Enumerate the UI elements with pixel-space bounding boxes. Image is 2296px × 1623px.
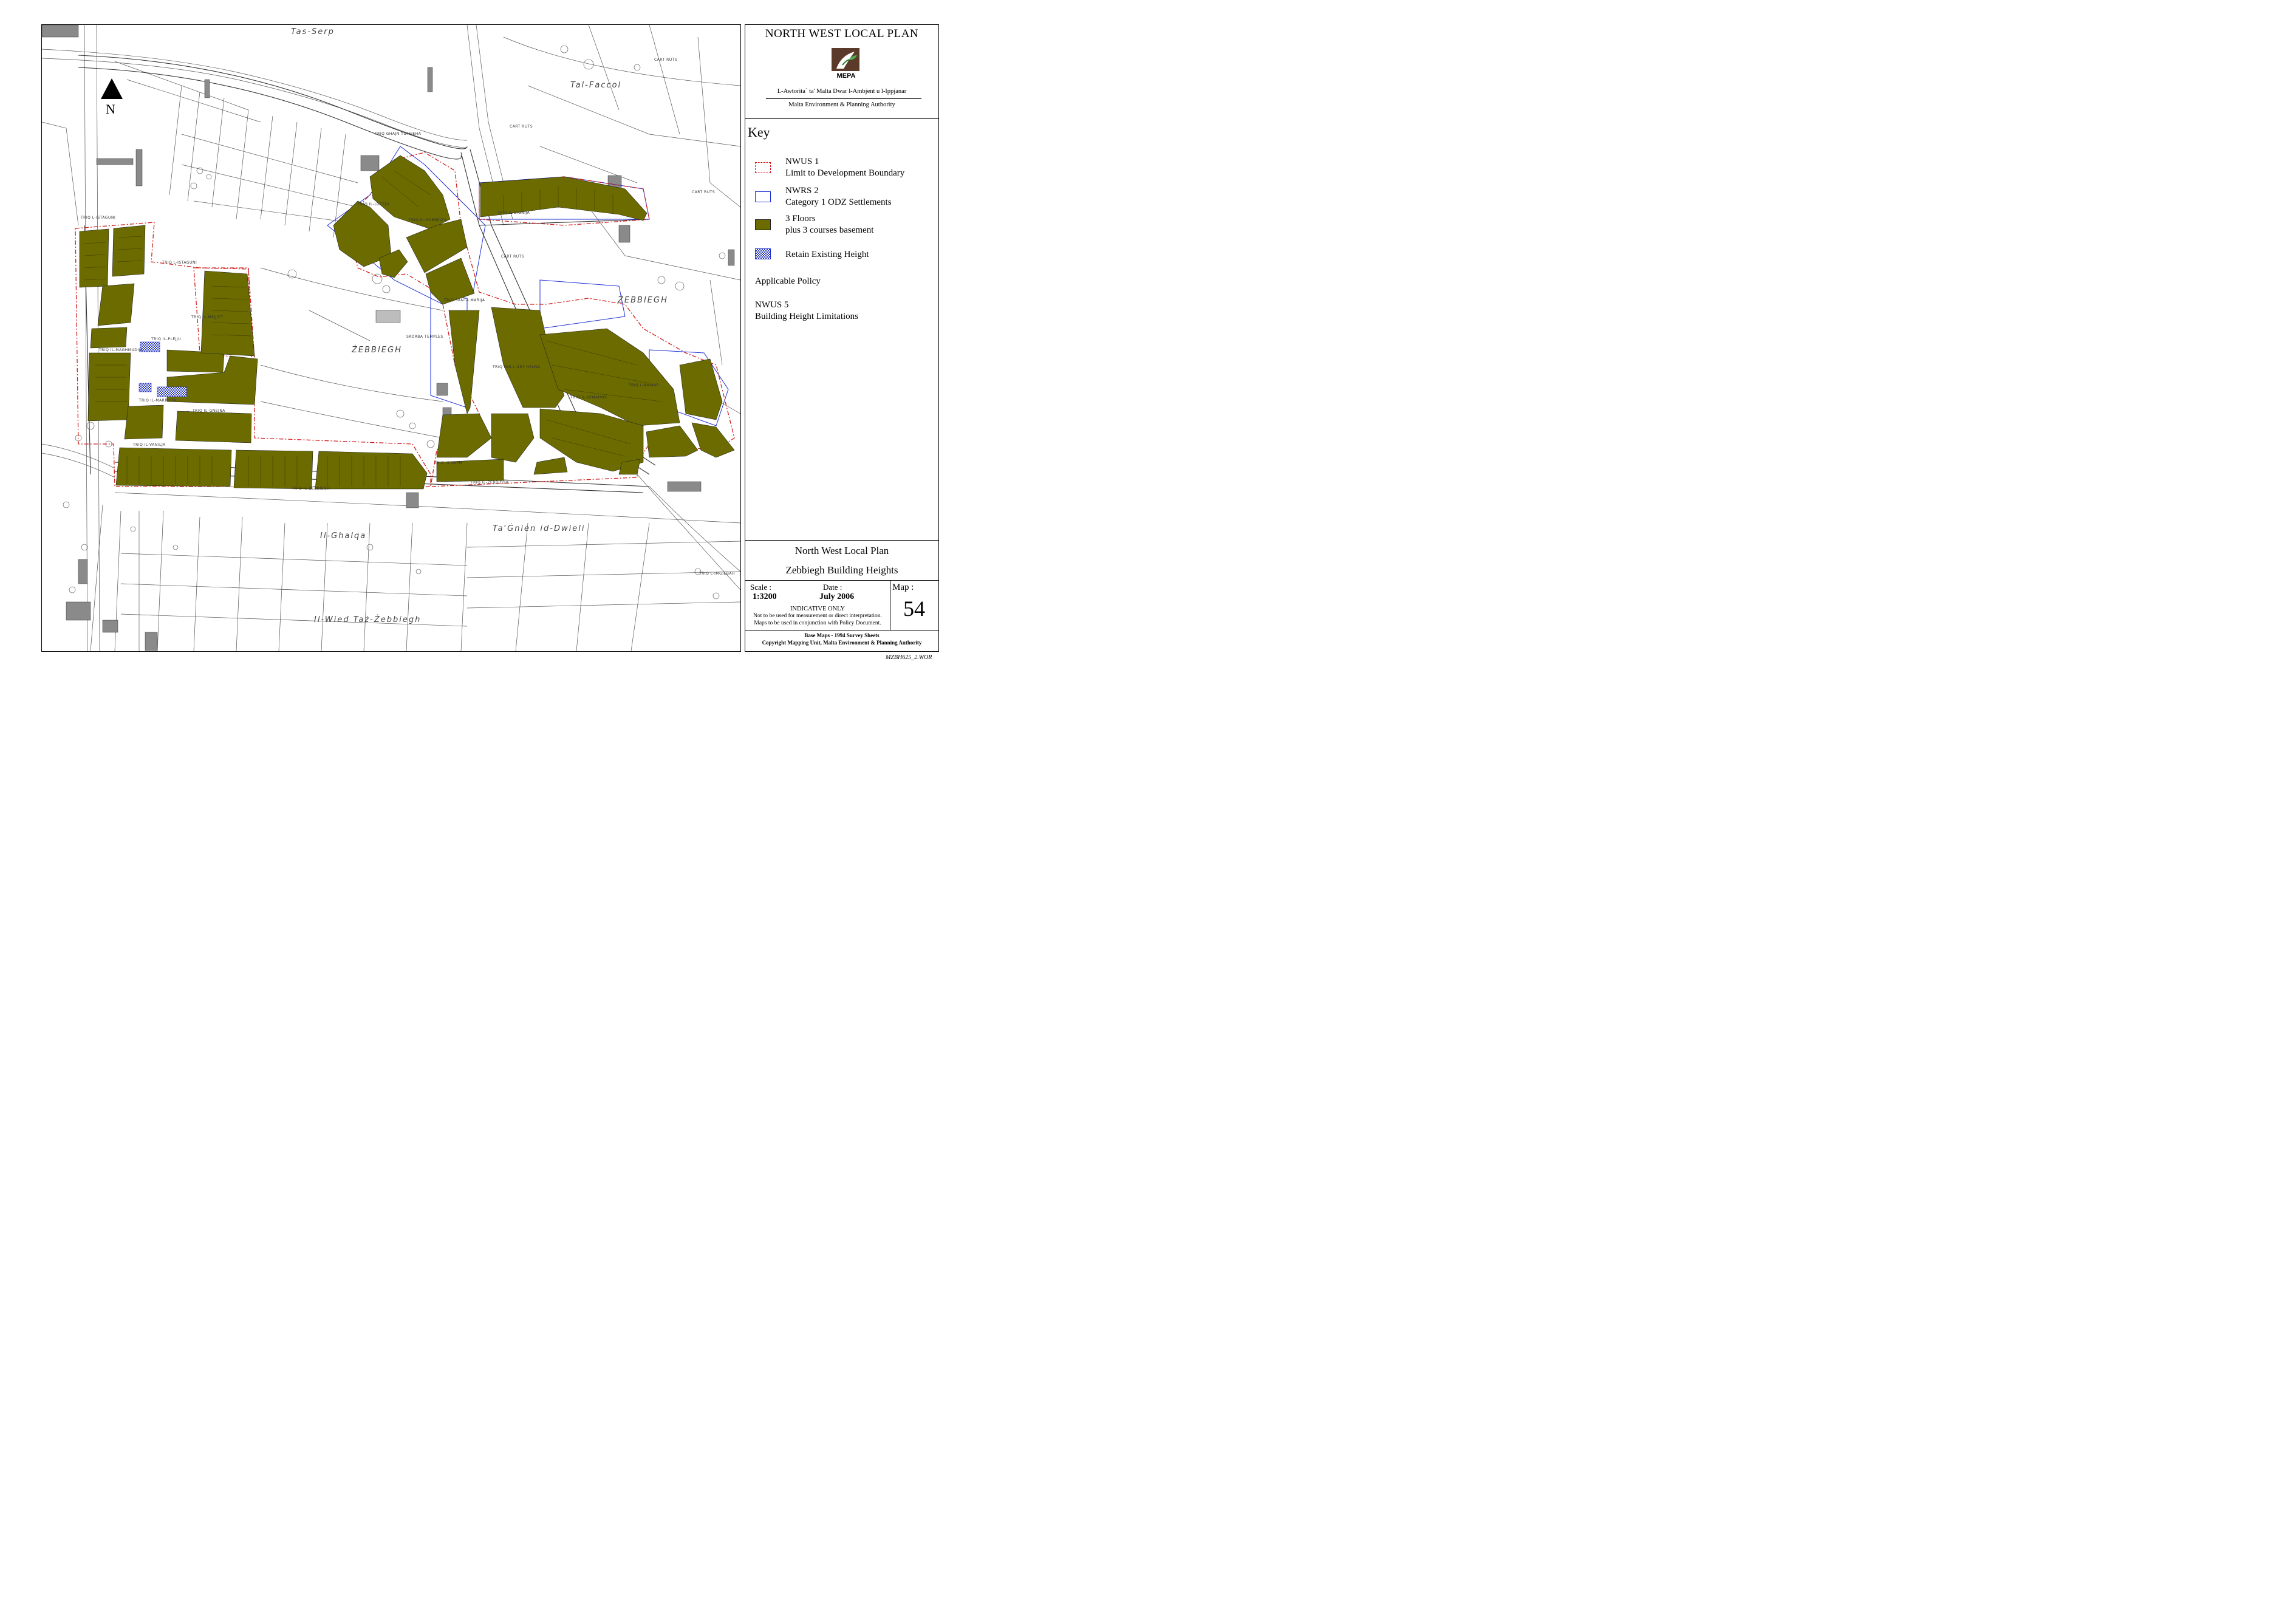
- copyright-notice: Copyright Mapping Unit, Malta Environmen…: [762, 640, 922, 646]
- place-name-zebbiegh-west: ŻEBBIEGH: [352, 346, 402, 355]
- street-label: CART RUTS: [501, 255, 525, 259]
- plan-title: NORTH WEST LOCAL PLAN: [765, 27, 919, 40]
- north-label: N: [106, 101, 115, 117]
- north-arrow-icon: [101, 78, 123, 99]
- divider: [745, 540, 938, 541]
- date-value: July 2006: [819, 592, 855, 601]
- file-code: MZBH625_2.WOR: [886, 654, 932, 661]
- policy-name: Building Height Limitations: [755, 312, 858, 321]
- place-name-zebbiegh-east: ŻEBBIEGH: [618, 296, 668, 305]
- key-heading: Key: [748, 125, 770, 140]
- mepa-logo: MEPA: [830, 47, 862, 82]
- street-label: TRIQ DIN L-ART HELWA: [493, 365, 541, 369]
- street-label: TRIQ IL-MEJJIET: [191, 315, 224, 319]
- legend-item-odz-settlements: NWRS 2 Category 1 ODZ Settlements: [785, 185, 892, 208]
- legend-label: Category 1 ODZ Settlements: [785, 197, 892, 207]
- authority-name-maltese: L-Awtorita` ta' Malta Dwar l-Ambjent u l…: [777, 88, 907, 95]
- place-name-tal-faccol: Tal-Faccol: [570, 81, 622, 90]
- indicative-note: INDICATIVE ONLY: [790, 606, 846, 612]
- legend-label: Limit to Development Boundary: [785, 168, 905, 178]
- street-label: TRIQ IL-MARRUBA: [139, 398, 177, 403]
- place-name-ta-gnien-id-dwieli: Ta'Ġnien id-Dwieli: [493, 524, 586, 533]
- legend-swatch-3-floors: [755, 219, 771, 230]
- street-label: TRIQ IL-BIGNIJA: [497, 211, 530, 215]
- street-label: TRIQ SANTA MARIJA: [444, 298, 485, 302]
- street-label: TRIQ IL-ŻEBBIEGH: [292, 487, 330, 491]
- measurement-note: Not to be used for measurement or direct…: [753, 613, 882, 619]
- authority-name-english: Malta Environment & Planning Authority: [788, 101, 895, 108]
- street-label: TRIQ IL-VANILJA: [133, 443, 166, 447]
- street-label: TRIQ GHAJN TUFFIEHA: [375, 132, 422, 136]
- map-drawing: [42, 25, 740, 651]
- base-map-lines: [42, 25, 740, 651]
- height-zone-3-floors: [79, 155, 735, 490]
- street-label: TRIQ L-IMGIEBAH: [699, 572, 736, 576]
- base-map-source: Base Maps - 1994 Survey Sheets: [804, 632, 880, 638]
- street-label: TRIQ IL-ŻEBBIEGH: [471, 480, 509, 485]
- mepa-logo-text: MEPA: [836, 72, 856, 80]
- legend-code: NWRS 2: [785, 186, 819, 196]
- street-label: SKORBA TEMPLES: [406, 335, 443, 339]
- place-name-tas-serp: Tas-Serp: [291, 27, 335, 36]
- street-label: TRIQ IS-SEPM: [434, 461, 463, 465]
- street-label: TRIQ L-ISTAGUNI: [81, 216, 116, 220]
- legend-sublabel: plus 3 courses basement: [785, 225, 874, 235]
- street-label: CART RUTS: [692, 190, 716, 194]
- map-title: Zebbiegh Building Heights: [785, 564, 898, 576]
- legend-item-3-floors: 3 Floors plus 3 courses basement: [785, 213, 873, 236]
- legend-swatch-retain-existing-height: [755, 248, 771, 259]
- place-name-il-wied-taz-zebbiegh: Il-Wied Taż-Żebbiegh: [314, 615, 422, 624]
- divider: [745, 580, 938, 581]
- street-label: CART RUTS: [510, 125, 533, 129]
- scale-label: Scale :: [750, 583, 772, 592]
- street-label: TRIQ IL-GHAMMIX: [570, 395, 607, 400]
- date-label: Date :: [823, 583, 842, 592]
- map-plan-name: North West Local Plan: [794, 545, 889, 556]
- policy-block: NWUS 5 Building Height Limitations: [755, 299, 858, 323]
- street-label: TRIQ L-ISTAGUNI: [162, 261, 197, 265]
- street-label: TRIQ IL-GNEJNA: [193, 409, 225, 413]
- place-name-il-ghalqa: Il-Ghalqa: [320, 531, 367, 541]
- legend-label: 3 Floors: [785, 214, 816, 224]
- street-label: TRIQ L-AMMAR: [629, 383, 660, 388]
- map-number: 54: [903, 596, 925, 621]
- street-label: TRIQ IL-HOBBEJZA: [409, 218, 447, 222]
- existing-buildings: [42, 25, 735, 651]
- street-label: CART RUTS: [654, 58, 678, 62]
- legend-code: NWUS 1: [785, 157, 819, 166]
- legend-item-development-boundary: NWUS 1 Limit to Development Boundary: [785, 156, 904, 179]
- legend-item-retain-existing-height: Retain Existing Height: [785, 250, 869, 259]
- legend-swatch-development-boundary: [755, 162, 771, 173]
- divider: [745, 118, 938, 119]
- policy-label: Applicable Policy: [755, 276, 821, 286]
- policy-document-note: Maps to be used in conjunction with Poli…: [754, 620, 881, 626]
- map-area[interactable]: N Tas-Serp Tal-Faccol ŻEBBIEGH ŻEBBIEGH …: [41, 24, 741, 652]
- scale-value: 1:3200: [753, 592, 777, 601]
- legend-panel: NORTH WEST LOCAL PLAN MEPA L-Awtorita` t…: [745, 24, 939, 652]
- policy-code: NWUS 5: [755, 300, 789, 310]
- street-label: TRIQ IL-PLEJJU: [151, 337, 182, 341]
- street-label: TRIQ IL-MAGHMUDIJA: [99, 348, 143, 352]
- street-label: TRIQ IL-LUZZJU: [358, 202, 390, 207]
- logo-divider: [766, 98, 921, 99]
- map-number-label: Map :: [892, 583, 914, 592]
- legend-swatch-odz-settlements: [755, 191, 771, 202]
